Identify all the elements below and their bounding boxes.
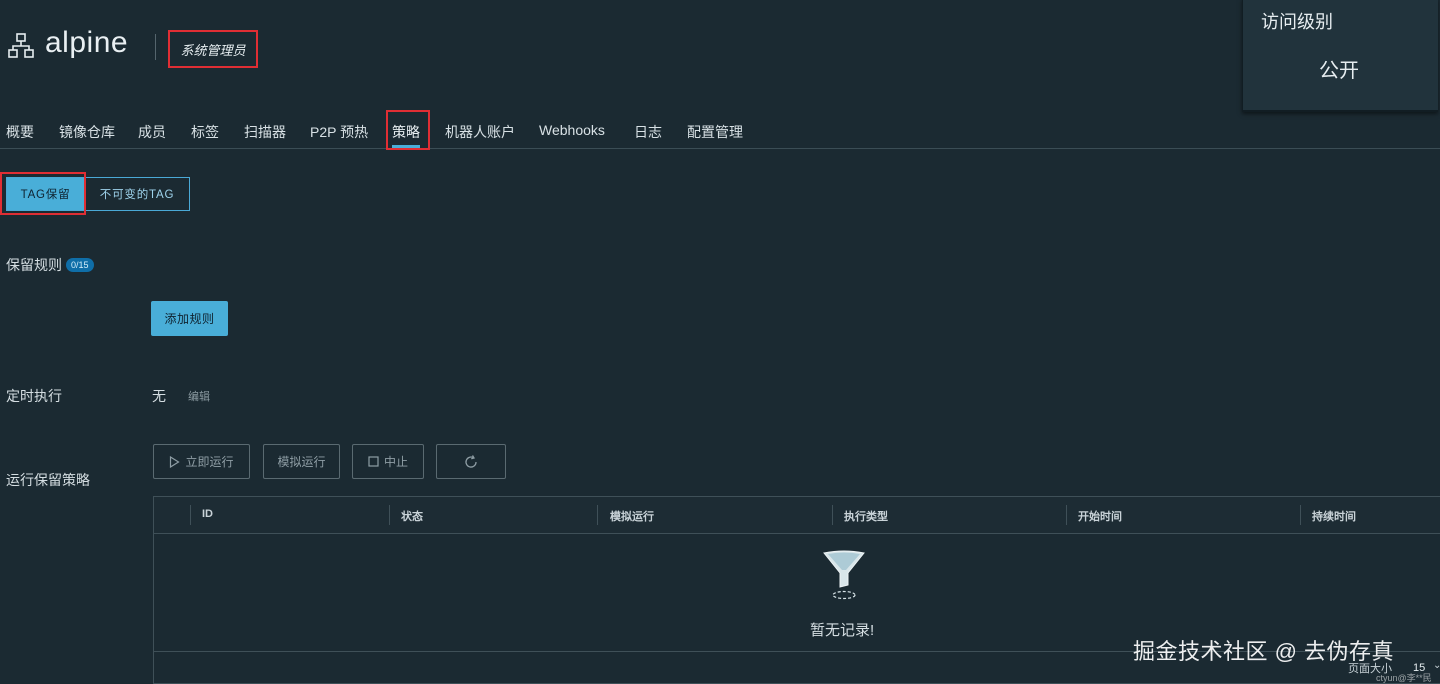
abort-button[interactable]: 中止 — [352, 444, 424, 479]
column-separator — [1300, 505, 1301, 525]
empty-filter-icon — [823, 550, 865, 600]
abort-label: 中止 — [383, 455, 408, 469]
stop-icon — [368, 456, 379, 467]
role-label: 系统管理员 — [168, 30, 258, 68]
project-name: alpine — [45, 26, 129, 59]
dry-run-label: 模拟运行 — [277, 455, 326, 469]
add-rule-button[interactable]: 添加规则 — [151, 301, 228, 336]
dry-run-button[interactable]: 模拟运行 — [263, 444, 340, 479]
empty-state-text: 暂无记录! — [810, 622, 875, 639]
refresh-button[interactable] — [436, 444, 506, 479]
rule-count-badge: 0/15 — [66, 258, 94, 272]
watermark-small: ctyun@李**民 — [1376, 673, 1432, 683]
schedule-label: 定时执行 — [6, 388, 62, 404]
column-header-execution-type[interactable]: 执行类型 — [844, 508, 888, 524]
column-header-start-time[interactable]: 开始时间 — [1078, 508, 1122, 524]
refresh-icon — [465, 454, 477, 468]
tab-scanner[interactable]: 扫描器 — [244, 122, 286, 142]
tab-summary[interactable]: 概要 — [6, 122, 34, 142]
run-now-button[interactable]: 立即运行 — [153, 444, 250, 479]
run-now-label: 立即运行 — [185, 455, 234, 469]
access-level-label: 访问级别 — [1261, 12, 1333, 32]
column-separator — [832, 505, 833, 525]
column-separator — [1066, 505, 1067, 525]
column-header-id[interactable]: ID — [202, 508, 213, 520]
tab-configuration[interactable]: 配置管理 — [687, 122, 743, 142]
access-level-value: 公开 — [1319, 60, 1359, 82]
tab-webhooks[interactable]: Webhooks — [539, 122, 605, 138]
tab-robot-accounts[interactable]: 机器人账户 — [445, 122, 515, 142]
tab-labels[interactable]: 标签 — [191, 122, 219, 142]
tab-p2p-preheat[interactable]: P2P 预热 — [310, 122, 368, 142]
project-nav-tabs: 概要 镜像仓库 成员 标签 扫描器 P2P 预热 策略 机器人账户 Webhoo… — [0, 112, 1440, 149]
column-header-status[interactable]: 状态 — [401, 508, 423, 524]
subtab-highlight — [0, 172, 86, 215]
project-icon — [8, 33, 34, 58]
subtab-immutable-tag[interactable]: 不可变的TAG — [85, 177, 190, 211]
tab-logs[interactable]: 日志 — [634, 122, 662, 142]
column-header-dry-run[interactable]: 模拟运行 — [610, 508, 654, 524]
access-level-panel: 访问级别 公开 — [1242, 0, 1438, 112]
grid-header: ID 状态 模拟运行 执行类型 开始时间 持续时间 — [154, 497, 1440, 534]
column-separator — [190, 505, 191, 525]
run-policy-label: 运行保留策略 — [6, 472, 90, 488]
edit-schedule-link[interactable]: 编辑 — [188, 388, 210, 404]
column-header-duration[interactable]: 持续时间 — [1312, 508, 1356, 524]
chevron-down-icon[interactable]: ⌄ — [1433, 660, 1440, 671]
schedule-value: 无 — [152, 388, 166, 404]
play-icon — [170, 455, 181, 468]
retention-rules-label: 保留规则 — [6, 257, 62, 273]
tab-members[interactable]: 成员 — [138, 122, 166, 142]
header-divider — [155, 34, 156, 60]
tab-repositories[interactable]: 镜像仓库 — [59, 122, 115, 142]
column-separator — [597, 505, 598, 525]
column-separator — [389, 505, 390, 525]
tab-policy-highlight — [386, 110, 430, 150]
watermark: 掘金技术社区 @ 去伪存真 — [1133, 639, 1395, 664]
